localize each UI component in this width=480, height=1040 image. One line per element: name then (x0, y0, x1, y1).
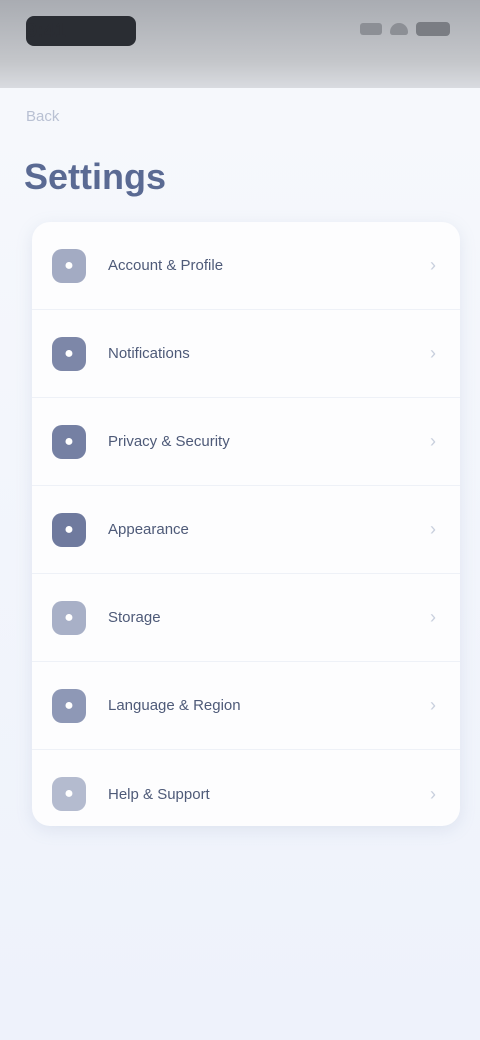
settings-item-notifications[interactable]: ● Notifications › (32, 310, 460, 398)
chevron-right-icon: › (430, 343, 436, 363)
chevron-right-icon: › (430, 431, 436, 451)
palette-icon: ● (52, 512, 86, 547)
settings-item-language[interactable]: ● Language & Region › (32, 662, 460, 750)
back-button[interactable]: Back (26, 108, 59, 125)
battery-icon (416, 22, 450, 36)
help-icon: ● (52, 777, 86, 811)
chevron-right-icon: › (430, 519, 436, 539)
chevron-right-icon: › (430, 695, 436, 715)
shield-icon: ● (52, 424, 86, 459)
settings-item-label: Appearance (108, 521, 189, 538)
bell-icon: ● (52, 336, 86, 371)
settings-item-label: Storage (108, 609, 161, 626)
settings-item-appearance[interactable]: ● Appearance › (32, 486, 460, 574)
settings-item-help[interactable]: ● Help & Support › (32, 750, 460, 838)
status-time: 9:41 (26, 16, 136, 46)
settings-item-account[interactable]: ● Account & Profile › (32, 222, 460, 310)
settings-screen: Back Settings ● Account & Profile › ● No… (0, 88, 480, 1040)
chevron-right-icon: › (430, 783, 436, 804)
status-bar: 9:41 (0, 0, 480, 88)
settings-item-label: Privacy & Security (108, 433, 230, 450)
settings-item-label: Notifications (108, 345, 190, 362)
chevron-right-icon: › (430, 255, 436, 275)
database-icon: ● (52, 600, 86, 635)
settings-item-storage[interactable]: ● Storage › (32, 574, 460, 662)
chevron-right-icon: › (430, 607, 436, 627)
signal-icon (360, 23, 382, 35)
settings-item-label: Help & Support (108, 785, 210, 803)
globe-icon: ● (52, 688, 86, 723)
user-icon: ● (52, 248, 86, 283)
settings-item-privacy[interactable]: ● Privacy & Security › (32, 398, 460, 486)
settings-list: ● Account & Profile › ● Notifications › … (32, 222, 460, 826)
settings-item-label: Language & Region (108, 697, 241, 714)
settings-item-label: Account & Profile (108, 257, 224, 274)
wifi-icon (390, 23, 408, 35)
page-title: Settings (24, 156, 167, 197)
status-icons (360, 22, 450, 36)
